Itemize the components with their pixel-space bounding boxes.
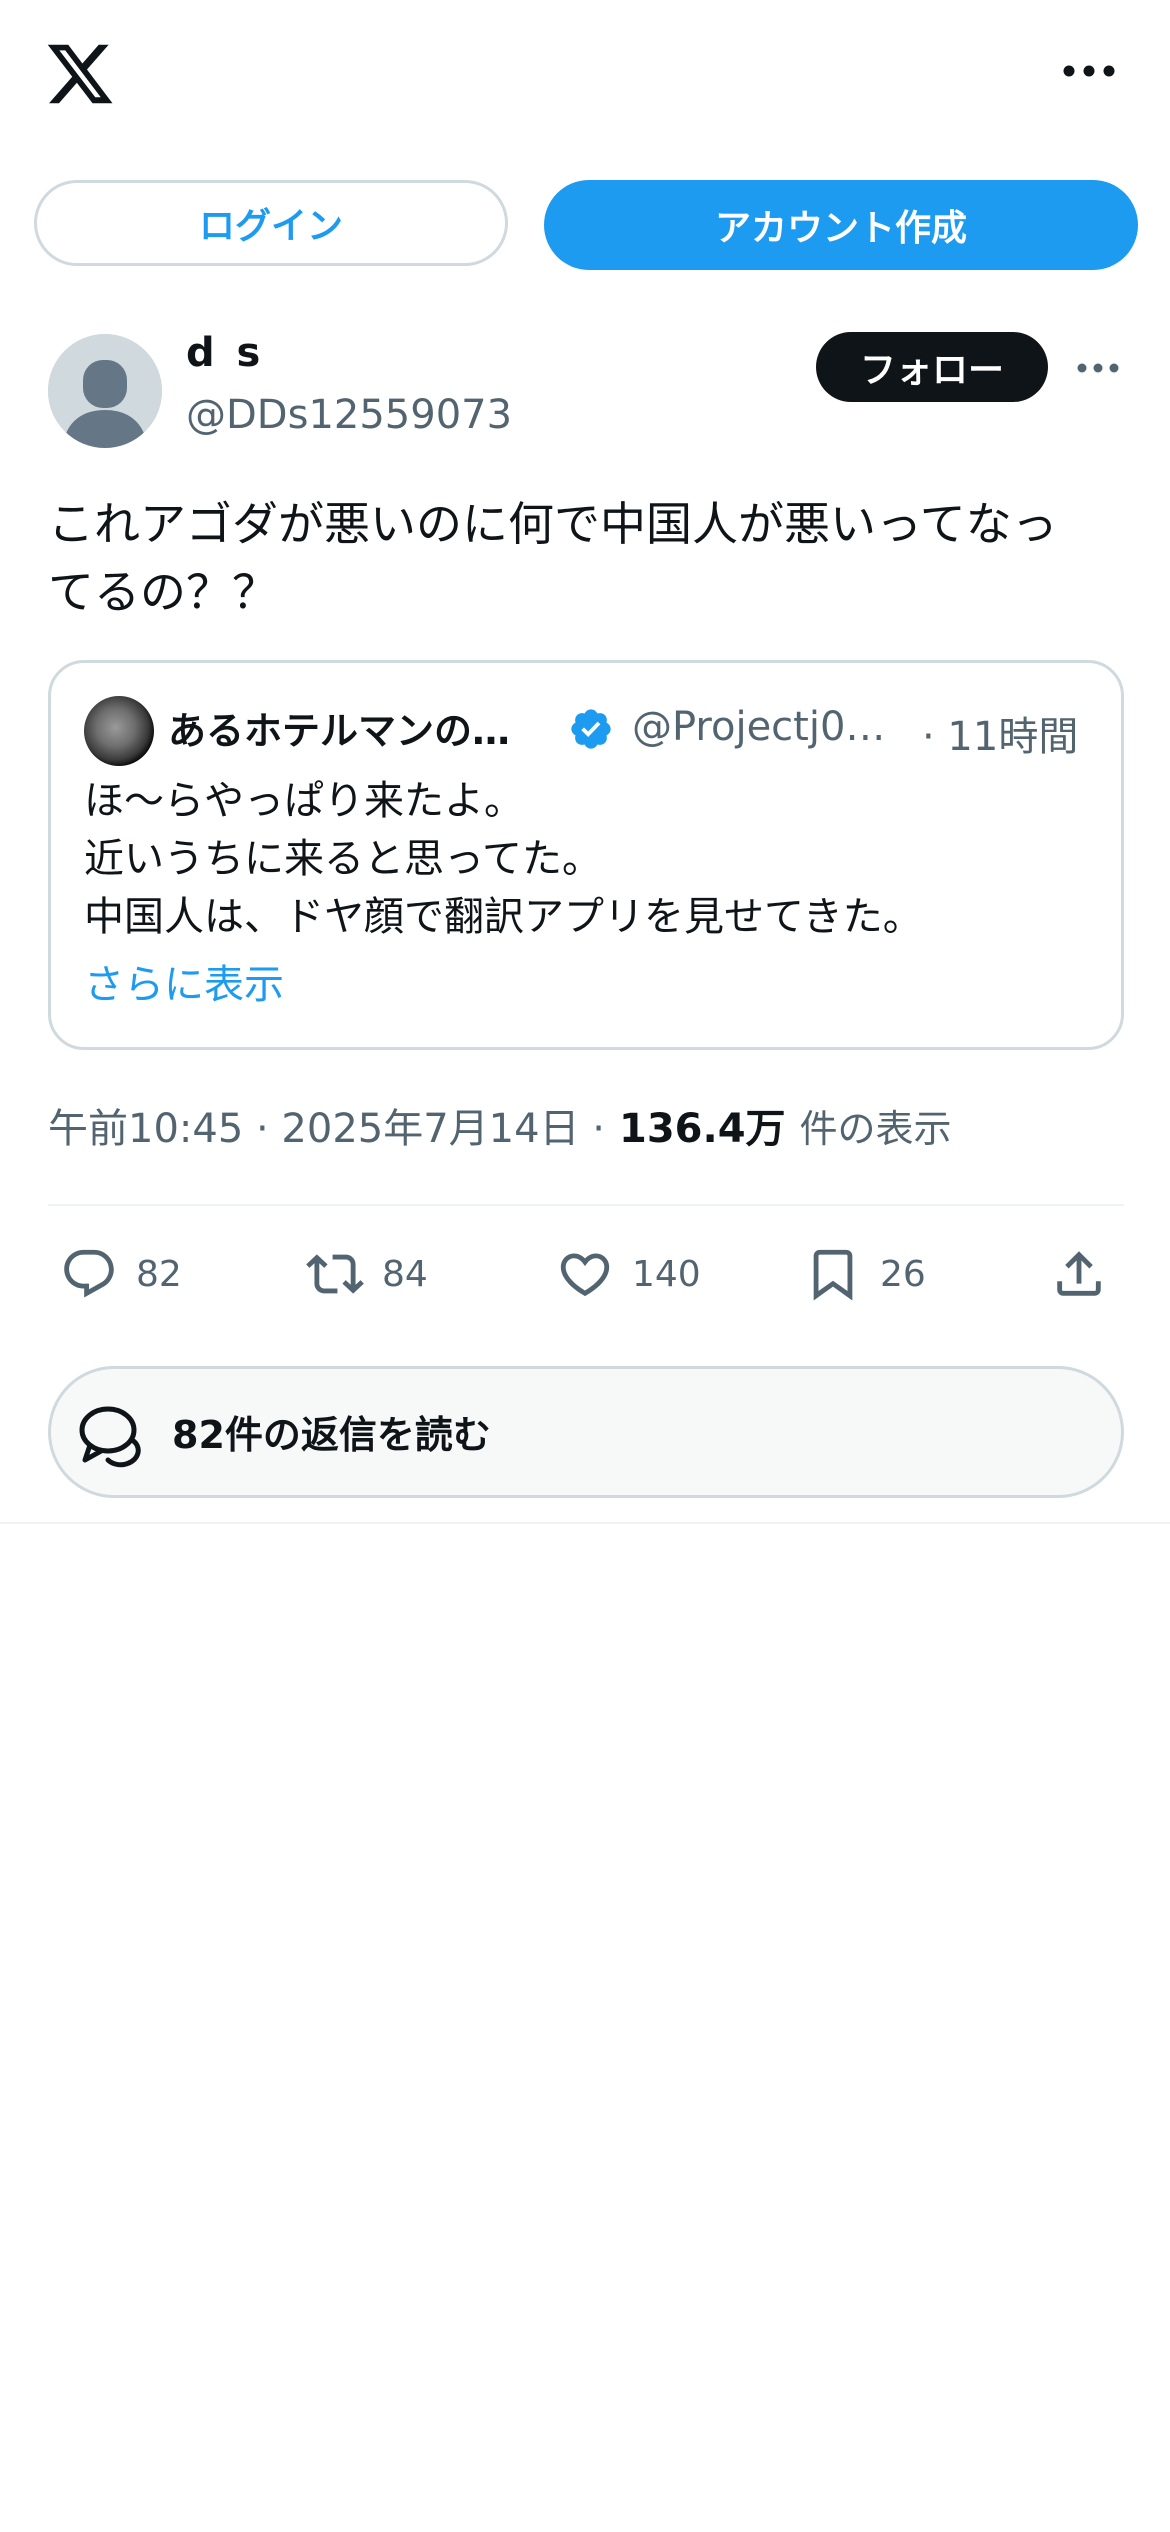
heart-icon — [560, 1253, 610, 1297]
quote-text: ほ〜らやっぱり来たよ。 近いうちに来ると思ってた。 中国人は、ドヤ顔で翻訳アプリ… — [84, 778, 923, 940]
default-avatar-icon — [48, 334, 162, 448]
login-button[interactable]: ログイン — [34, 180, 508, 266]
divider — [0, 1522, 1170, 1524]
repost-count: 84 — [382, 1253, 428, 1295]
author-handle[interactable]: @DDs12559073 — [186, 392, 512, 438]
view-count-label: 件の表示 — [799, 1107, 952, 1151]
quote-avatar[interactable] — [84, 696, 154, 766]
verified-badge-icon — [571, 709, 611, 749]
quote-timestamp[interactable]: · 11時間 — [922, 704, 1078, 762]
like-count: 140 — [632, 1253, 701, 1295]
tweet-text: これアゴダが悪いのに何で中国人が悪いってなっ てるの？？ — [48, 497, 1058, 619]
post-timestamp[interactable]: 午前10:45 · 2025年7月14日 · — [48, 1096, 605, 1154]
quote-author-name[interactable]: あるホテルマンの… — [168, 700, 510, 755]
avatar[interactable] — [48, 334, 162, 448]
post-more-icon[interactable] — [1076, 360, 1120, 376]
x-logo-icon[interactable] — [44, 38, 116, 110]
bookmark-icon — [813, 1249, 853, 1301]
view-count: 136.4万 — [619, 1106, 786, 1152]
divider — [48, 1204, 1124, 1206]
share-icon — [1057, 1251, 1101, 1296]
repost-icon — [306, 1254, 364, 1294]
follow-button[interactable]: フォロー — [816, 332, 1048, 402]
author-name[interactable]: d s — [186, 330, 264, 376]
post-meta: 午前10:45 · 2025年7月14日 · 136.4万 件の表示 — [48, 1096, 952, 1154]
reply-count: 82 — [136, 1253, 182, 1295]
reply-icon — [64, 1249, 114, 1298]
more-horizontal-icon[interactable] — [1060, 56, 1118, 86]
reply-action[interactable]: 82 — [60, 1244, 182, 1304]
create-account-button[interactable]: アカウント作成 — [544, 180, 1138, 270]
quote-author-handle[interactable]: @Projectj0… — [632, 704, 885, 750]
share-action[interactable] — [1050, 1244, 1108, 1304]
show-more-link[interactable]: さらに表示 — [84, 952, 284, 1010]
read-replies-label: 82件の返信を読む — [172, 1413, 491, 1457]
bookmark-action[interactable]: 26 — [804, 1244, 926, 1304]
repost-action[interactable]: 84 — [306, 1244, 428, 1304]
like-action[interactable]: 140 — [556, 1244, 701, 1304]
bookmark-count: 26 — [880, 1253, 926, 1295]
replies-bubbles-icon — [79, 1406, 141, 1468]
